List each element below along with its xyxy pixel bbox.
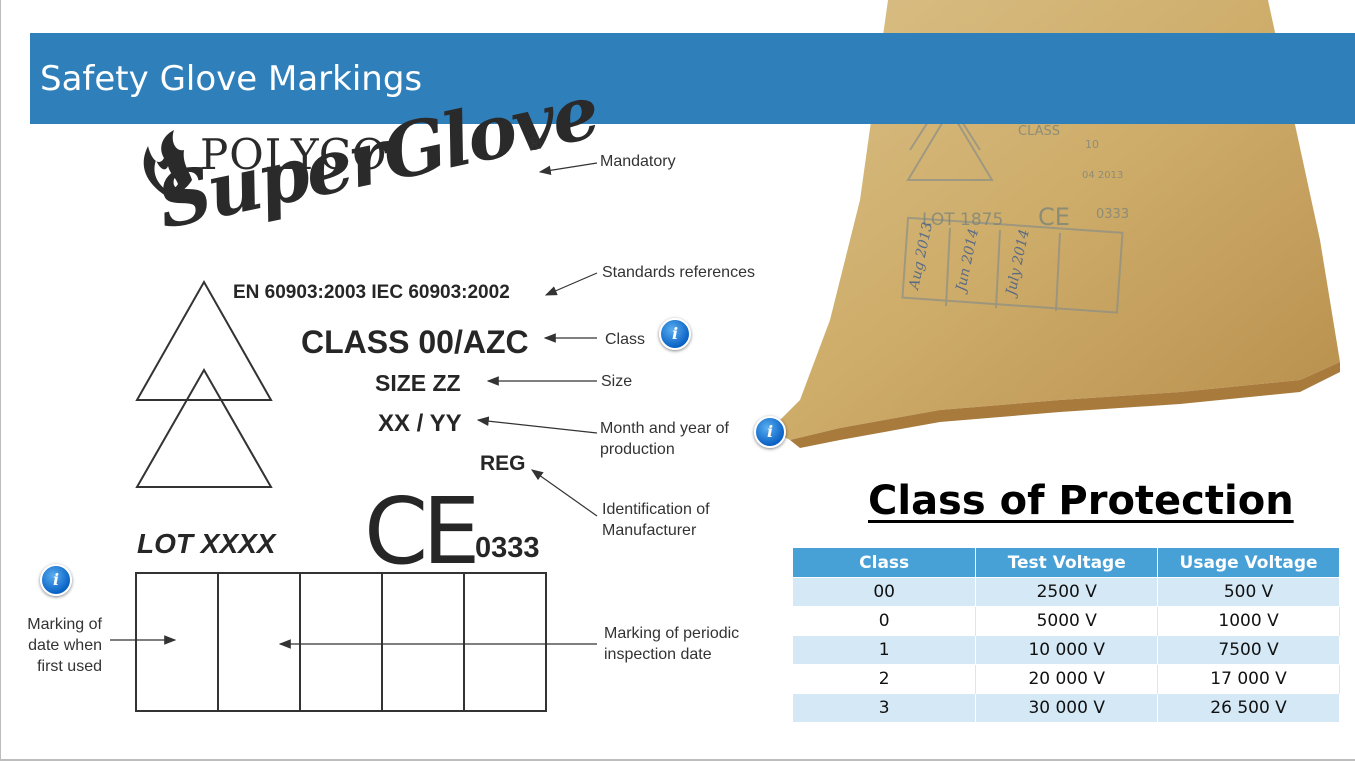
info-icon-first-used[interactable]: i <box>40 564 72 596</box>
label-periodic-line1: Marking of periodic <box>604 625 740 642</box>
label-month-year: Month and year of production <box>600 418 729 460</box>
cell-class: 2 <box>793 664 977 694</box>
label-month-year-line2: production <box>600 441 675 458</box>
table-row: 1 10 000 V 7500 V <box>793 635 1340 665</box>
arrow-mandatory <box>538 162 598 176</box>
header-test-voltage: Test Voltage <box>975 548 1159 578</box>
label-periodic: Marking of periodic inspection date <box>604 623 739 665</box>
info-icon-class[interactable]: i <box>659 318 691 350</box>
protection-header-row: Class Test Voltage Usage Voltage <box>793 548 1340 578</box>
double-triangle-upper <box>135 279 273 401</box>
cell-usage-voltage: 17 000 V <box>1157 664 1340 694</box>
label-standards: Standards references <box>602 264 755 281</box>
label-mandatory: Mandatory <box>600 153 676 170</box>
label-first-used-line1: Marking of <box>27 616 102 633</box>
cell-usage-voltage: 26 500 V <box>1157 693 1340 722</box>
table-row: 3 30 000 V 26 500 V <box>793 693 1340 722</box>
label-manufacturer-line2: Manufacturer <box>602 522 697 539</box>
arrow-date <box>476 416 598 434</box>
label-first-used-line2: date when <box>28 637 102 654</box>
inspection-grid <box>135 572 547 712</box>
cell-test-voltage: 5000 V <box>975 606 1159 636</box>
label-class: Class <box>605 331 646 348</box>
cell-usage-voltage: 500 V <box>1157 577 1340 607</box>
table-row: 0 5000 V 1000 V <box>793 606 1340 636</box>
cell-class: 3 <box>793 693 977 722</box>
cell-test-voltage: 2500 V <box>975 577 1159 607</box>
cell-class: 00 <box>793 577 977 607</box>
protection-table: Class Test Voltage Usage Voltage 00 2500… <box>793 548 1340 722</box>
label-manufacturer: Identification of Manufacturer <box>602 499 710 541</box>
label-size: Size <box>601 373 633 390</box>
info-icon-production-date[interactable]: i <box>754 416 786 448</box>
header-class: Class <box>793 548 977 578</box>
protection-title: Class of Protection <box>868 478 1294 524</box>
cell-test-voltage: 30 000 V <box>975 693 1159 722</box>
cell-usage-voltage: 1000 V <box>1157 606 1340 636</box>
table-row: 00 2500 V 500 V <box>793 577 1340 607</box>
cell-class: 1 <box>793 635 977 665</box>
double-triangle-lower <box>135 367 273 488</box>
arrow-reg <box>531 469 598 517</box>
header-usage-voltage: Usage Voltage <box>1157 548 1340 578</box>
arrow-standards <box>544 272 598 296</box>
cell-test-voltage: 10 000 V <box>975 635 1159 665</box>
label-month-year-line1: Month and year of <box>600 420 729 437</box>
label-periodic-line2: inspection date <box>604 646 712 663</box>
cell-usage-voltage: 7500 V <box>1157 635 1340 665</box>
label-first-used-line3: first used <box>37 658 102 675</box>
cell-class: 0 <box>793 606 977 636</box>
cell-test-voltage: 20 000 V <box>975 664 1159 694</box>
table-row: 2 20 000 V 17 000 V <box>793 664 1340 694</box>
label-manufacturer-line1: Identification of <box>602 501 710 518</box>
label-first-used: Marking of date when first used <box>14 614 102 677</box>
